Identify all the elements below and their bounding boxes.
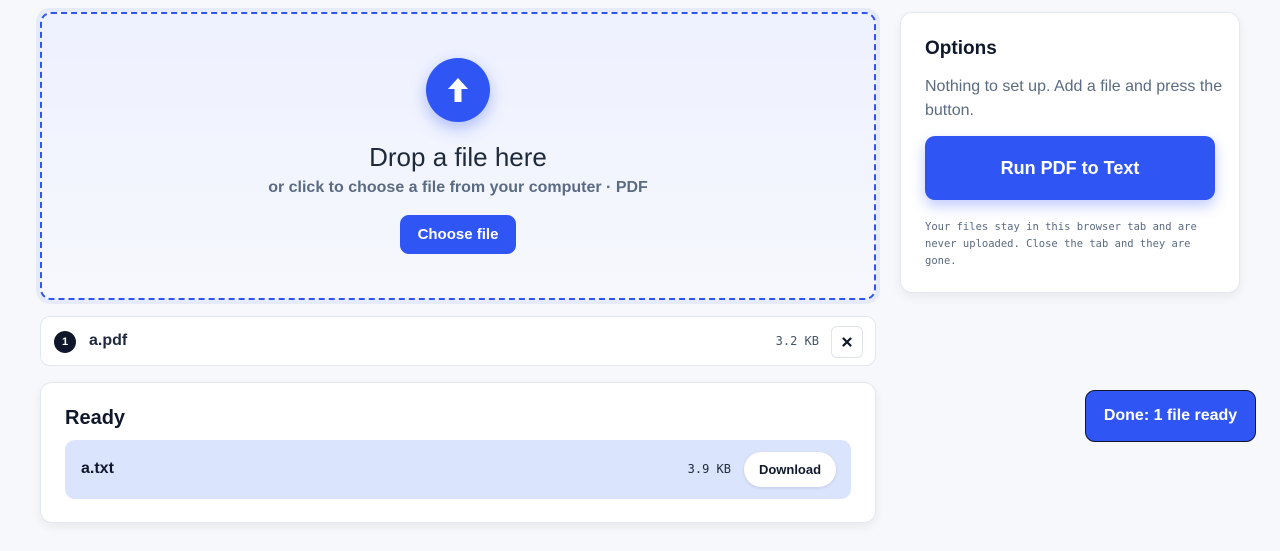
download-button[interactable]: Download (744, 452, 836, 487)
file-size: 3.2 KB (775, 334, 819, 348)
file-name: a.pdf (89, 332, 128, 349)
results-panel: Ready a.txt 3.9 KB Download (40, 382, 876, 523)
file-index-badge: 1 (54, 331, 76, 353)
dropzone-subtitle: or click to choose a file from your comp… (268, 179, 648, 196)
file-dropzone[interactable]: Drop a file here or click to choose a fi… (40, 12, 876, 300)
result-file-name: a.txt (81, 460, 114, 477)
results-title: Ready (65, 407, 126, 429)
run-pdf-to-text-button[interactable]: Run PDF to Text (925, 136, 1215, 200)
remove-file-button[interactable] (831, 326, 863, 358)
dropzone-container: Drop a file here or click to choose a fi… (36, 8, 880, 304)
options-title: Options (925, 38, 997, 59)
privacy-note: Your files stay in this browser tab and … (925, 221, 1197, 267)
choose-file-button[interactable]: Choose file (400, 215, 516, 254)
options-description: Nothing to set up. Add a file and press … (925, 78, 1223, 119)
status-toast: Done: 1 file ready (1085, 390, 1256, 442)
close-icon (842, 335, 852, 350)
options-panel: Options Nothing to set up. Add a file an… (900, 12, 1240, 293)
result-file-size: 3.9 KB (687, 462, 731, 476)
file-list-item: 1 a.pdf 3.2 KB (40, 316, 876, 366)
dropzone-title: Drop a file here (369, 142, 547, 172)
upload-arrow-icon (426, 58, 490, 122)
result-item: a.txt 3.9 KB Download (65, 440, 851, 499)
